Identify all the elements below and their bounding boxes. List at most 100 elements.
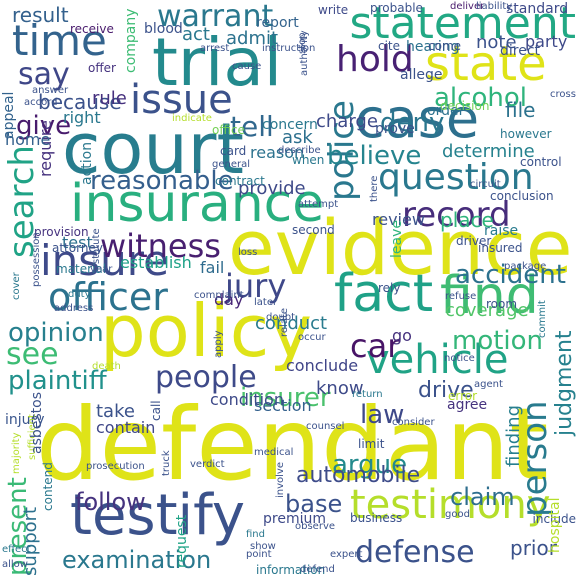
word-loss: loss xyxy=(238,247,258,258)
word-right: right xyxy=(63,108,101,127)
word-limit: limit xyxy=(358,437,385,451)
word-go: go xyxy=(392,326,412,345)
word-rely: rely xyxy=(378,281,401,295)
word-package: package xyxy=(504,261,547,272)
word-accord: accord xyxy=(24,97,58,108)
word-possession: possession xyxy=(31,232,42,287)
word-address: address xyxy=(54,303,94,314)
word-rule: rule xyxy=(92,88,127,109)
word-act: act xyxy=(182,24,210,45)
word-allege: allege xyxy=(400,67,443,83)
word-arrest: arrest xyxy=(200,43,230,54)
word-believe: believe xyxy=(327,141,422,171)
word-occur: occur xyxy=(298,332,326,343)
word-contract: contract xyxy=(215,174,265,188)
word-reasonable: reasonable xyxy=(90,166,234,196)
word-cross: cross xyxy=(550,89,576,100)
word-provision: provision xyxy=(34,225,89,239)
word-call: call xyxy=(149,400,163,421)
word-come: come xyxy=(428,39,462,53)
word-verdict: verdict xyxy=(190,459,225,470)
word-prosecution: prosecution xyxy=(86,461,145,472)
word-claim: claim xyxy=(450,483,515,511)
word-defense: defense xyxy=(355,535,475,570)
word-charge: charge xyxy=(316,111,378,132)
word-liability: liability xyxy=(476,1,513,12)
word-indicate: indicate xyxy=(172,113,212,124)
word-office: office xyxy=(212,123,245,137)
word-point: point xyxy=(246,549,272,560)
word-finding: finding xyxy=(503,404,524,467)
word-circuit: circuit xyxy=(470,179,501,190)
word-conclusion: conclusion xyxy=(490,189,554,203)
word-find-small: find xyxy=(246,529,265,540)
word-commit: commit xyxy=(537,300,548,338)
word-room: room xyxy=(486,297,518,311)
word-contend: contend xyxy=(41,462,55,511)
word-card: card xyxy=(220,144,247,158)
word-automobile: automobile xyxy=(296,463,421,488)
word-establish: establish xyxy=(120,253,192,272)
word-cause: cause xyxy=(232,61,262,72)
word-action: action xyxy=(79,141,95,185)
word-opinion: opinion xyxy=(8,318,104,348)
word-prove: prove xyxy=(375,121,415,137)
word-leave: leave xyxy=(389,220,405,258)
word-decision: decision xyxy=(440,99,490,113)
word-company: company xyxy=(123,8,139,73)
word-blood: blood xyxy=(144,21,183,37)
word-describe: describe xyxy=(278,145,321,156)
word-observe: observe xyxy=(295,521,336,532)
word-receive: receive xyxy=(70,22,114,36)
word-return: return xyxy=(352,389,383,400)
word-cloud: defendant evidence policy court trial te… xyxy=(0,0,576,576)
word-condition: condition xyxy=(210,390,284,409)
word-error: error xyxy=(448,389,478,403)
word-doubt: doubt xyxy=(266,312,296,323)
word-business: business xyxy=(350,511,403,525)
word-follow: follow xyxy=(75,488,146,516)
word-counsel: counsel xyxy=(306,421,345,432)
word-duty: duty xyxy=(68,289,91,300)
word-general: general xyxy=(212,159,251,170)
word-later: later xyxy=(254,297,278,308)
word-involve: involve xyxy=(275,461,286,498)
word-allow: allow xyxy=(2,559,28,570)
word-request: request xyxy=(174,514,190,568)
word-majority: majority xyxy=(11,432,22,475)
word-offer: offer xyxy=(88,61,116,75)
word-notice: notice xyxy=(444,353,475,364)
word-there: there xyxy=(369,175,380,202)
word-truck: truck xyxy=(161,450,172,476)
word-result: result xyxy=(12,3,69,27)
word-apply: apply xyxy=(213,330,224,358)
word-contain: contain xyxy=(96,418,156,437)
word-refuse: refuse xyxy=(445,291,477,302)
word-probable: probable xyxy=(370,1,423,15)
word-second: second xyxy=(292,223,335,237)
word-consider: consider xyxy=(392,417,435,428)
word-control: control xyxy=(520,155,562,169)
word-however: however xyxy=(500,127,552,141)
word-conclude: conclude xyxy=(286,356,359,375)
word-report: report xyxy=(256,15,299,31)
word-expert: expert xyxy=(330,549,363,560)
word-direct: direct xyxy=(500,43,541,59)
word-hospital: hospital xyxy=(547,497,563,553)
word-defend: defend xyxy=(300,564,335,575)
word-statute: statute xyxy=(91,228,102,264)
word-agent: agent xyxy=(474,379,503,390)
word-medical: medical xyxy=(254,447,294,458)
word-write: write xyxy=(318,3,349,17)
word-appeal: appeal xyxy=(1,91,17,139)
word-fail: fail xyxy=(200,258,225,277)
word-judgment: judgment xyxy=(552,330,576,436)
word-standard: standard xyxy=(506,1,569,17)
word-stop: stop xyxy=(297,32,308,54)
word-answer: answer xyxy=(32,85,69,96)
word-cover: cover xyxy=(11,272,22,300)
word-year: year xyxy=(90,264,113,275)
word-asbestos: asbestos xyxy=(29,391,45,454)
word-good: good xyxy=(445,509,470,520)
word-attempt: attempt xyxy=(298,199,339,210)
